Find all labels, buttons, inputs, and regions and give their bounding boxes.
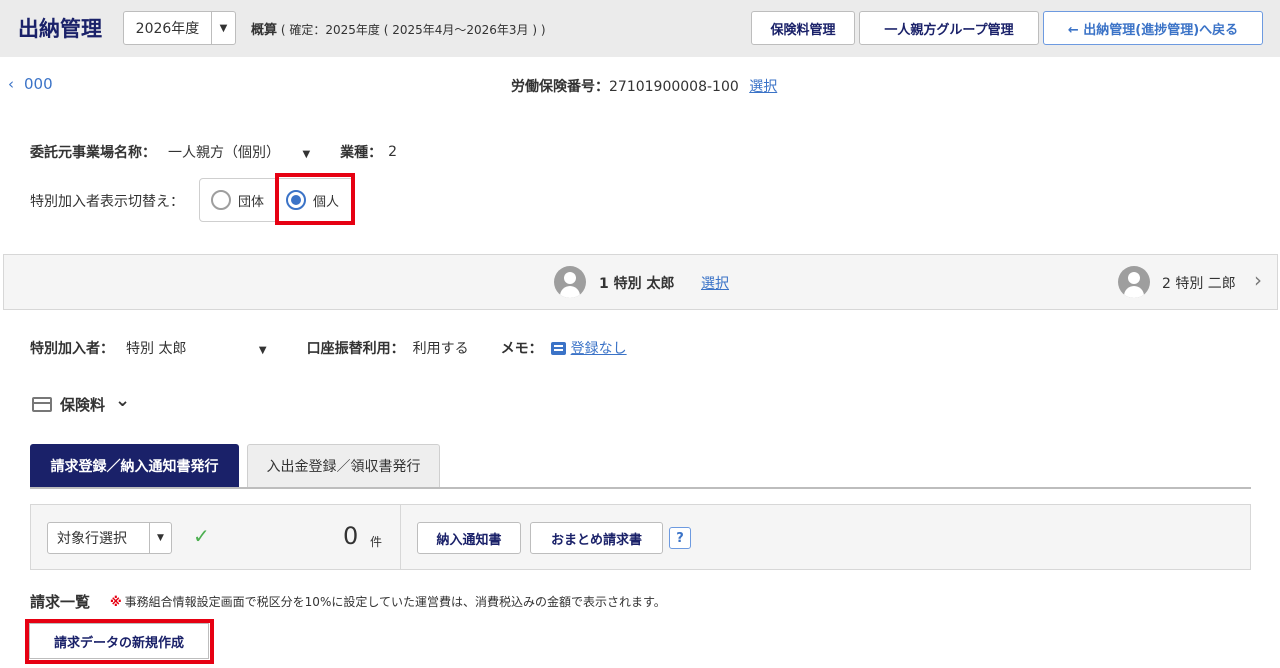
chevron-down-icon: ▼ bbox=[258, 345, 267, 356]
business-row: 委託元事業場名称： 一人親方（個別） ▼ 業種： 2 bbox=[30, 142, 397, 162]
selected-count: 0 bbox=[343, 522, 359, 550]
selected-count-unit: 件 bbox=[370, 535, 383, 549]
member-label: 特別加入者： bbox=[30, 341, 114, 357]
entrust-label: 委託元事業場名称： bbox=[30, 145, 156, 161]
chevron-down-icon[interactable]: ▼ bbox=[150, 523, 171, 553]
member-info-row: 特別加入者： 特別 太郎 ▼ 口座振替利用： 利用する メモ： 登録なし bbox=[30, 338, 627, 358]
fiscal-year-select[interactable]: 2026年度 ▼ bbox=[123, 11, 236, 45]
fiscal-year-value: 2026年度 bbox=[124, 12, 212, 44]
note-text: 事務組合情報設定画面で税区分を10%に設定していた運営費は、消費税込みの金額で表… bbox=[124, 595, 666, 609]
transfer-value: 利用する bbox=[412, 341, 469, 357]
member-navigator: 1 特別 太郎 選択 2 特別 二郎 › bbox=[3, 254, 1278, 310]
member-value: 特別 太郎 bbox=[126, 341, 187, 357]
insurance-number-value: 27101900008-100 bbox=[609, 79, 739, 95]
summary-label: 概算 bbox=[251, 23, 278, 38]
app-header: 出納管理 2026年度 ▼ 概算 ( 確定：2025年度 ( 2025年4月～2… bbox=[0, 0, 1280, 57]
premium-management-button[interactable]: 保険料管理 bbox=[751, 11, 855, 45]
section-title: 保険料 bbox=[60, 396, 106, 414]
tab-divider bbox=[30, 487, 1251, 489]
member-select-link[interactable]: 選択 bbox=[701, 273, 729, 293]
panel-divider bbox=[400, 505, 401, 569]
tab-payment-registration[interactable]: 入出金登録／領収書発行 bbox=[247, 444, 440, 487]
chevron-right-icon[interactable]: › bbox=[1254, 268, 1262, 292]
industry-value: 2 bbox=[388, 144, 398, 160]
radio-group-option[interactable]: 団体 bbox=[211, 190, 264, 210]
display-toggle-label: 特別加入者表示切替え： bbox=[30, 194, 184, 210]
insurance-number-label: 労働保険番号： bbox=[511, 79, 609, 95]
entrust-select[interactable]: 一人親方（個別） ▼ bbox=[168, 142, 310, 162]
bulk-invoice-button[interactable]: おまとめ請求書 bbox=[530, 522, 663, 554]
summary-text: 概算 ( 確定：2025年度 ( 2025年4月～2026年3月 ) ) bbox=[251, 19, 546, 38]
chevron-down-icon[interactable]: ▼ bbox=[212, 12, 235, 44]
chevron-down-icon: ▼ bbox=[302, 149, 311, 160]
credit-card-icon bbox=[32, 397, 52, 412]
memo-value: 登録なし bbox=[570, 341, 627, 357]
check-icon: ✓ bbox=[193, 524, 210, 548]
help-icon[interactable]: ? bbox=[669, 527, 691, 549]
target-row-select-value: 対象行選択 bbox=[48, 523, 150, 553]
chevron-left-icon: ‹ bbox=[8, 75, 14, 93]
target-row-select[interactable]: 対象行選択 ▼ bbox=[47, 522, 172, 554]
member-select[interactable]: 特別 太郎 ▼ bbox=[126, 338, 267, 358]
insurance-select-link[interactable]: 選択 bbox=[749, 79, 777, 95]
payment-notice-button[interactable]: 納入通知書 bbox=[417, 522, 521, 554]
premium-section-toggle[interactable]: 保険料 ⌄ bbox=[32, 389, 131, 415]
next-member-name[interactable]: 2 特別 二郎 bbox=[1162, 273, 1236, 293]
app-title: 出納管理 bbox=[18, 17, 102, 41]
memo-icon bbox=[550, 341, 566, 355]
current-member-name: 1 特別 太郎 bbox=[599, 276, 675, 292]
back-link-label: 000 bbox=[24, 75, 53, 93]
summary-detail: ( 確定：2025年度 ( 2025年4月～2026年3月 ) ) bbox=[280, 23, 546, 37]
invoice-list-note: ※ 事務組合情報設定画面で税区分を10%に設定していた運営費は、消費税込みの金額で… bbox=[110, 593, 666, 610]
chevron-down-icon: ⌄ bbox=[115, 389, 131, 411]
note-mark: ※ bbox=[110, 595, 122, 609]
insurance-number: 労働保険番号：27101900008-100 選択 bbox=[511, 76, 777, 96]
transfer-label: 口座振替利用： bbox=[306, 341, 405, 357]
back-link[interactable]: ‹ 000 bbox=[8, 75, 53, 93]
avatar-icon bbox=[554, 266, 586, 298]
action-panel: 対象行選択 ▼ ✓ 0 件 納入通知書 おまとめ請求書 ? bbox=[30, 504, 1251, 570]
highlight-create-invoice bbox=[25, 619, 214, 664]
radio-circle-icon bbox=[211, 190, 231, 210]
tab-invoice-registration[interactable]: 請求登録／納入通知書発行 bbox=[30, 444, 239, 487]
radio-group-label: 団体 bbox=[238, 194, 265, 210]
highlight-individual-radio bbox=[275, 173, 355, 225]
single-parent-group-button[interactable]: 一人親方グループ管理 bbox=[859, 11, 1039, 45]
industry-label: 業種： bbox=[340, 145, 383, 161]
memo-label: メモ： bbox=[500, 341, 543, 357]
invoice-list-title: 請求一覧 bbox=[30, 593, 91, 611]
memo-link[interactable]: 登録なし bbox=[550, 338, 627, 358]
entrust-value: 一人親方（個別） bbox=[168, 145, 280, 161]
avatar-icon bbox=[1118, 266, 1150, 298]
back-to-progress-button[interactable]: ← 出納管理(進捗管理)へ戻る bbox=[1043, 11, 1263, 45]
